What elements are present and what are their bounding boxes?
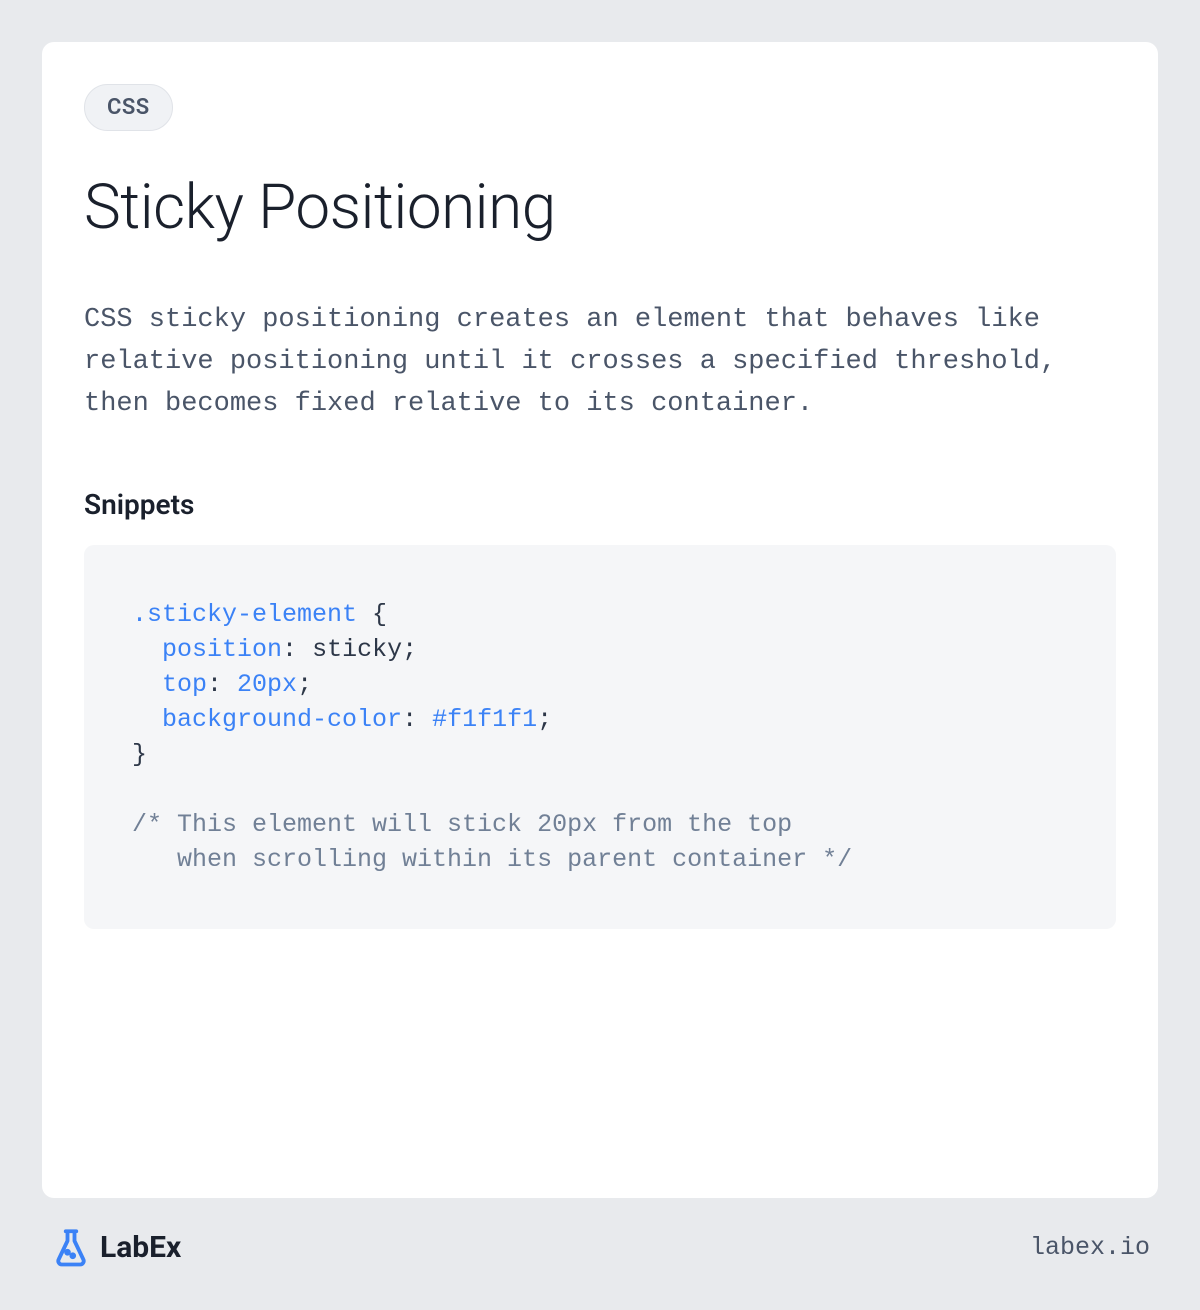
css-selector: .sticky-element [132, 600, 357, 629]
code-line-selector: .sticky-element { [132, 597, 1068, 632]
code-line-rule-2: background-color: #f1f1f1; [132, 702, 1068, 737]
css-property: top [162, 670, 207, 699]
css-property: background-color [162, 705, 402, 734]
code-block: .sticky-element { position: sticky; top:… [84, 545, 1116, 929]
page-title: Sticky Positioning [84, 171, 1116, 244]
css-brace-open: { [357, 600, 387, 629]
code-line-rule-1: top: 20px; [132, 667, 1068, 702]
code-line-rule-0: position: sticky; [132, 632, 1068, 667]
snippets-heading: Snippets [84, 488, 1116, 521]
language-badge: CSS [84, 84, 173, 131]
logo-text: LabEx [100, 1230, 181, 1265]
description-text: CSS sticky positioning creates an elemen… [84, 300, 1116, 426]
content-card: CSS Sticky Positioning CSS sticky positi… [42, 42, 1158, 1198]
footer: LabEx labex.io [42, 1198, 1158, 1268]
footer-url: labex.io [1030, 1233, 1150, 1262]
css-value: 20px [237, 670, 297, 699]
css-value: #f1f1f1 [432, 705, 537, 734]
code-line-blank [132, 772, 1068, 807]
code-line-brace-close: } [132, 737, 1068, 772]
css-property: position [162, 635, 282, 664]
code-comment-line-2: when scrolling within its parent contain… [132, 842, 1068, 877]
logo: LabEx [50, 1226, 181, 1268]
code-comment-line-1: /* This element will stick 20px from the… [132, 807, 1068, 842]
css-value: sticky [312, 635, 402, 664]
flask-icon [50, 1226, 92, 1268]
